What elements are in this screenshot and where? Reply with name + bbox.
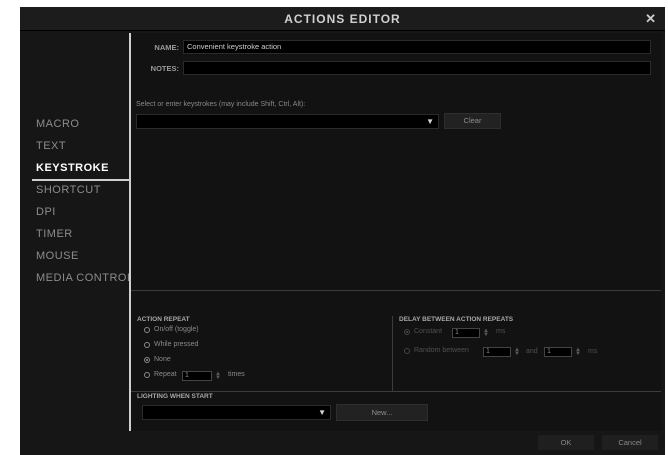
and-label: and <box>526 348 538 355</box>
spinner-icon[interactable]: ▲ ▼ <box>483 328 489 338</box>
name-label: NAME: <box>154 43 179 52</box>
constant-unit-label: ms <box>496 328 506 335</box>
radio-label: None <box>154 356 171 363</box>
sidebar-item-text[interactable]: TEXT <box>36 140 66 152</box>
sidebar-item-media-control[interactable]: MEDIA CONTROL <box>36 272 134 284</box>
random-unit-label: ms <box>588 348 598 355</box>
repeat-count-input[interactable]: 1 <box>182 371 212 381</box>
window-title: ACTIONS EDITOR <box>284 12 401 26</box>
radio-icon <box>404 348 410 354</box>
times-label: times <box>228 371 245 378</box>
cancel-button[interactable]: Cancel <box>602 435 658 450</box>
radio-label: While pressed <box>154 341 199 348</box>
title-bar: ACTIONS EDITOR ✕ <box>20 7 665 31</box>
sidebar-item-shortcut[interactable]: SHORTCUT <box>36 184 101 196</box>
chevron-down-icon: ▼ <box>318 408 326 417</box>
spinner-icon[interactable]: ▲ ▼ <box>514 347 520 357</box>
radio-icon <box>144 372 150 378</box>
radio-label: Random between <box>414 347 469 354</box>
lighting-title: LIGHTING WHEN START <box>137 393 213 400</box>
ok-button[interactable]: OK <box>538 435 594 450</box>
radio-icon <box>144 327 150 333</box>
random-to-input[interactable]: 1 <box>544 347 572 357</box>
delay-title: DELAY BETWEEN ACTION REPEATS <box>399 316 514 323</box>
sidebar-item-keystroke[interactable]: KEYSTROKE <box>36 162 109 174</box>
spinner-icon[interactable]: ▲ ▼ <box>575 347 581 357</box>
new-lighting-button[interactable]: New... <box>336 404 428 421</box>
content-panel: NAME: Convenient keystroke action NOTES:… <box>129 33 661 431</box>
close-icon[interactable]: ✕ <box>645 11 656 27</box>
actions-editor-window: ACTIONS EDITOR ✕ MACRO TEXT KEYSTROKE SH… <box>20 7 665 455</box>
notes-label: NOTES: <box>150 64 179 73</box>
notes-field[interactable] <box>183 61 651 75</box>
divider <box>131 290 661 291</box>
spinner-icon[interactable]: ▲ ▼ <box>215 371 221 381</box>
radio-checked-icon <box>404 329 410 335</box>
radio-icon <box>144 342 150 348</box>
constant-delay-input[interactable]: 1 <box>452 328 480 338</box>
radio-label: Constant <box>414 328 443 335</box>
sidebar-item-dpi[interactable]: DPI <box>36 206 56 218</box>
radio-checked-icon <box>144 357 150 363</box>
sidebar-item-timer[interactable]: TIMER <box>36 228 73 240</box>
divider <box>392 316 393 392</box>
sidebar-item-macro[interactable]: MACRO <box>36 118 79 130</box>
chevron-down-icon: ▼ <box>426 117 434 126</box>
name-field[interactable]: Convenient keystroke action <box>183 40 651 54</box>
action-repeat-title: ACTION REPEAT <box>137 316 190 323</box>
clear-button[interactable]: Clear <box>444 113 501 129</box>
sidebar-item-mouse[interactable]: MOUSE <box>36 250 79 262</box>
random-from-input[interactable]: 1 <box>483 347 511 357</box>
radio-label: Repeat <box>154 371 177 378</box>
keystroke-hint: Select or enter keystrokes (may include … <box>136 101 306 108</box>
divider <box>131 391 661 392</box>
keystroke-dropdown[interactable]: ▼ <box>136 114 439 129</box>
lighting-dropdown[interactable]: ▼ <box>142 405 331 420</box>
active-indicator <box>32 179 129 181</box>
radio-label: On/off (toggle) <box>154 326 199 333</box>
